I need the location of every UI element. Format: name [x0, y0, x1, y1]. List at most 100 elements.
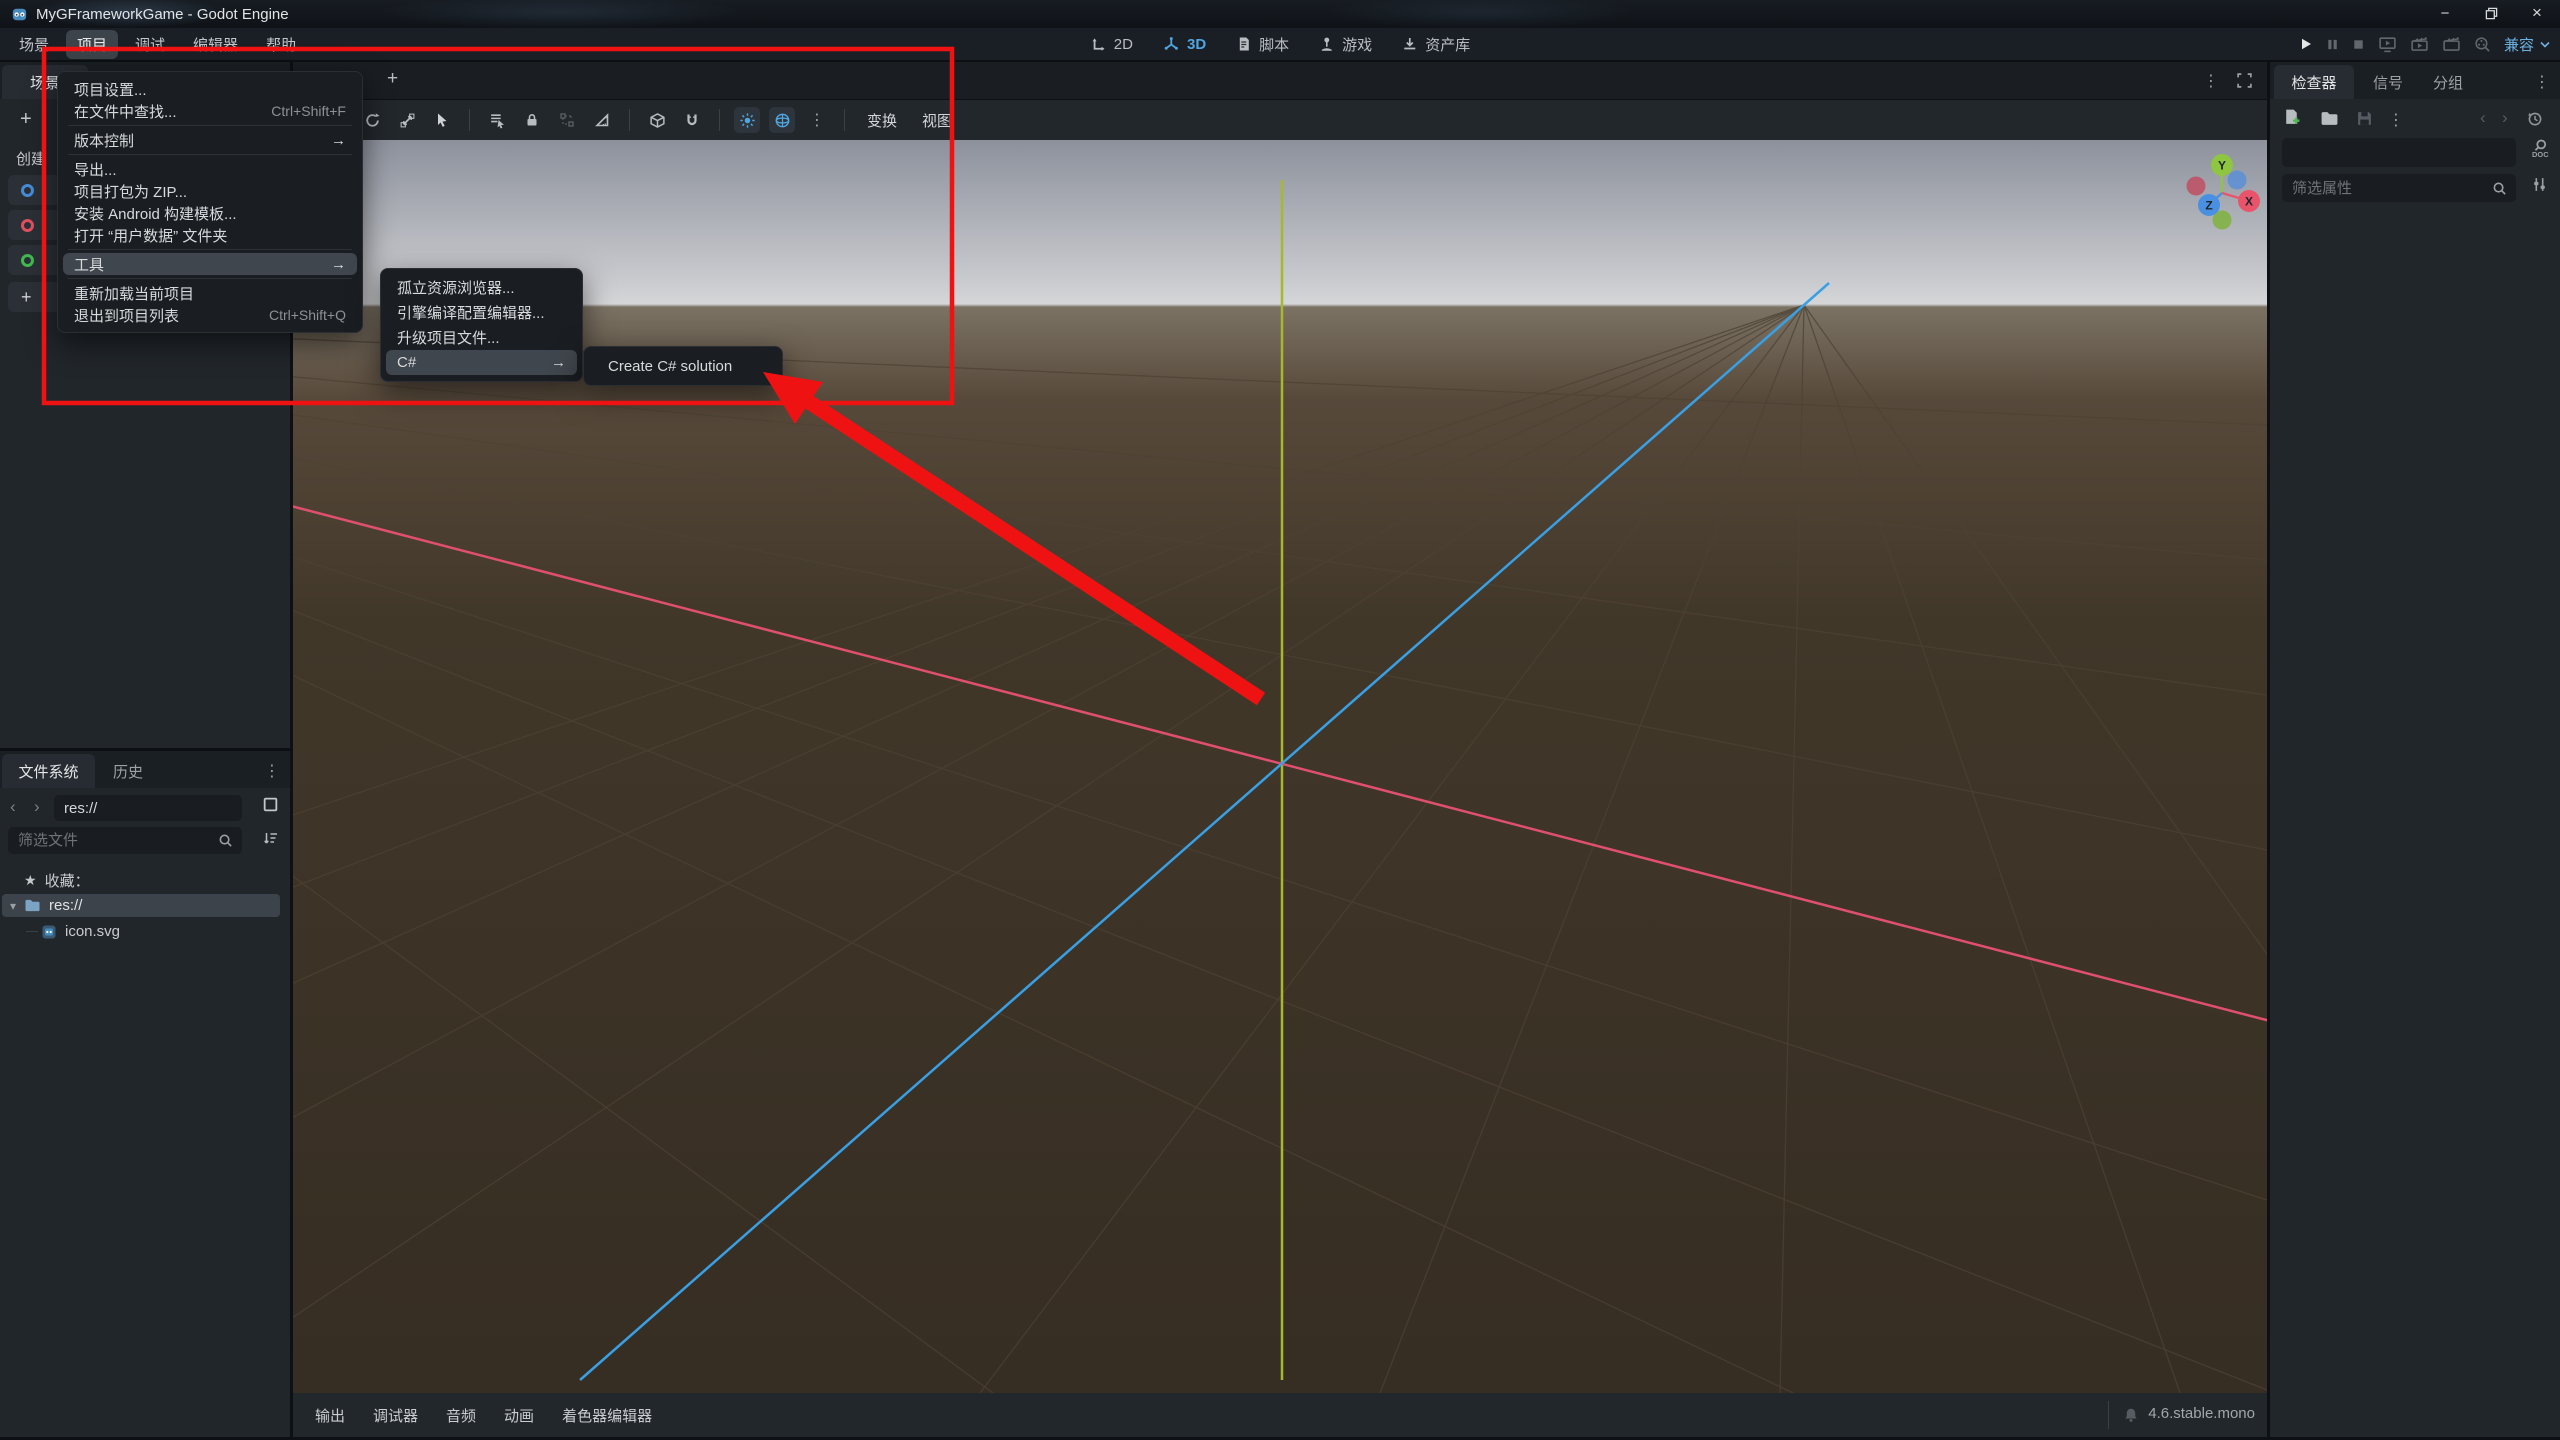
play-scene-button[interactable] [2378, 36, 2397, 53]
menu-help[interactable]: 帮助 [255, 30, 307, 59]
chevron-expanded-icon[interactable]: ▾ [10, 899, 16, 913]
transform-menu[interactable]: 变换 [859, 106, 905, 135]
inspector-dock-menu-button[interactable]: ⋮ [2534, 72, 2550, 92]
workspace-script[interactable]: 脚本 [1236, 34, 1289, 55]
sliders-icon [2534, 178, 2545, 191]
menu-scene[interactable]: 场景 [8, 30, 60, 59]
menu-item-export[interactable]: 导出... [58, 158, 362, 180]
axis-gizmo[interactable]: Y X Z [2182, 153, 2262, 233]
cube-icon [649, 112, 665, 128]
create-ui-scene-button[interactable] [8, 245, 62, 275]
sort-icon [264, 833, 277, 844]
workspace-assetlib[interactable]: 资产库 [1402, 34, 1470, 55]
nav-back-button[interactable]: ‹ [10, 797, 16, 817]
menu-item-csharp[interactable]: C# → [386, 350, 577, 375]
view-menu[interactable]: 视图 [914, 106, 960, 135]
workspace-3d[interactable]: 3D [1163, 36, 1206, 53]
workspace-2d[interactable]: 2D [1090, 36, 1133, 53]
sort-files-button[interactable] [263, 830, 279, 846]
axis-neg-z-ball[interactable] [2227, 170, 2247, 190]
path-bar[interactable]: res:// [54, 795, 242, 821]
new-scene-tab-button[interactable]: + [387, 68, 398, 90]
bottom-tab-output[interactable]: 输出 [301, 1398, 359, 1433]
new-resource-button[interactable] [2282, 108, 2301, 127]
stop-button[interactable] [2352, 38, 2365, 51]
scale-tool-button[interactable] [394, 107, 420, 133]
version-label[interactable]: 4.6.stable.mono [2148, 1405, 2255, 1422]
movie-maker-button[interactable] [2474, 36, 2491, 53]
menu-item-find-in-files[interactable]: 在文件中查找... Ctrl+Shift+F [58, 100, 362, 122]
filesystem-menu-button[interactable]: ⋮ [264, 761, 280, 781]
list-select-button[interactable] [484, 107, 510, 133]
resource-extra-menu-button[interactable]: ⋮ [2388, 110, 2404, 130]
menu-item-project-settings[interactable]: 项目设置... [58, 78, 362, 100]
tab-inspector[interactable]: 检查器 [2274, 65, 2354, 99]
window-title: MyGFrameworkGame - Godot Engine [36, 5, 289, 23]
tabstrip-menu-button[interactable]: ⋮ [2203, 71, 2219, 91]
menu-editor[interactable]: 编辑器 [182, 30, 249, 59]
play-current-scene-button[interactable] [2410, 36, 2429, 53]
toggle-split-mode-button[interactable] [262, 796, 279, 813]
open-docs-button[interactable]: DOC [2529, 138, 2550, 159]
distraction-free-button[interactable] [2236, 72, 2253, 89]
history-button[interactable] [2526, 110, 2543, 127]
group-selected-button[interactable] [554, 107, 580, 133]
preview-sunlight-button[interactable] [734, 107, 760, 133]
select-tool-button[interactable] [429, 107, 455, 133]
menu-item-install-android-template[interactable]: 安装 Android 构建模板... [58, 202, 362, 224]
tab-signals[interactable]: 信号 [2358, 65, 2418, 99]
filter-files-input[interactable] [8, 832, 218, 849]
menu-item-tools[interactable]: 工具 → [63, 253, 357, 275]
resource-name-bar[interactable] [2282, 138, 2516, 167]
create-3d-scene-button[interactable] [8, 210, 62, 240]
notifications-button[interactable] [2123, 1407, 2139, 1423]
filter-properties-input[interactable] [2282, 179, 2492, 197]
menu-debug[interactable]: 调试 [124, 30, 176, 59]
bottom-tab-debugger[interactable]: 调试器 [359, 1398, 432, 1433]
bottom-tab-audio[interactable]: 音频 [432, 1398, 490, 1433]
history-back-button[interactable]: ‹ [2480, 108, 2486, 128]
add-scene-button[interactable]: + [20, 108, 32, 131]
restore-button[interactable] [2468, 0, 2514, 26]
menu-item-quit-to-project-list[interactable]: 退出到项目列表 Ctrl+Shift+Q [58, 304, 362, 326]
play-button[interactable] [2299, 37, 2313, 51]
lock-selected-button[interactable] [519, 107, 545, 133]
tab-groups[interactable]: 分组 [2418, 65, 2478, 99]
environment-options-button[interactable]: ⋮ [804, 107, 830, 133]
menu-item-orphan-resource-explorer[interactable]: 孤立资源浏览器... [381, 275, 582, 300]
ruler-tool-button[interactable] [589, 107, 615, 133]
menu-project[interactable]: 项目 [66, 29, 119, 59]
tab-history[interactable]: 历史 [98, 754, 158, 788]
pause-button[interactable] [2326, 38, 2339, 51]
menu-item-version-control[interactable]: 版本控制 → [58, 129, 362, 151]
viewport-3d[interactable]: Y X Z [293, 140, 2267, 1393]
bottom-tab-animation[interactable]: 动画 [490, 1398, 548, 1433]
bottom-tab-shader-editor[interactable]: 着色器编辑器 [548, 1398, 666, 1433]
save-resource-button[interactable] [2356, 110, 2373, 127]
menu-item-open-user-data[interactable]: 打开 “用户数据” 文件夹 [58, 224, 362, 246]
create-other-node-button[interactable]: + [8, 282, 62, 312]
history-forward-button[interactable]: › [2502, 108, 2508, 128]
menu-item-create-csharp-solution[interactable]: Create C# solution [584, 352, 782, 380]
menu-item-pack-zip[interactable]: 项目打包为 ZIP... [58, 180, 362, 202]
3d-icon [1164, 36, 1179, 50]
snap-toggle-button[interactable] [679, 107, 705, 133]
inspector-tools-button[interactable] [2531, 176, 2548, 193]
create-2d-scene-button[interactable] [8, 175, 62, 205]
camera-preview-button[interactable] [644, 107, 670, 133]
renderer-selector[interactable]: 兼容 [2504, 34, 2550, 55]
load-resource-button[interactable] [2320, 110, 2339, 127]
close-button[interactable]: × [2514, 0, 2560, 26]
fs-tree-root-row[interactable]: ▾ res:// [2, 894, 280, 917]
axis-neg-x-ball[interactable] [2186, 176, 2206, 196]
fs-tree-file-row[interactable]: icon.svg [2, 920, 280, 943]
play-custom-scene-button[interactable] [2442, 36, 2461, 53]
minimize-button[interactable]: − [2422, 0, 2468, 26]
workspace-game[interactable]: 游戏 [1319, 34, 1372, 55]
menu-item-engine-compile-config[interactable]: 引擎编译配置编辑器... [381, 300, 582, 325]
menu-item-upgrade-project-files[interactable]: 升级项目文件... [381, 325, 582, 350]
tab-filesystem[interactable]: 文件系统 [2, 754, 95, 788]
menu-item-reload-project[interactable]: 重新加载当前项目 [58, 282, 362, 304]
preview-environment-button[interactable] [769, 107, 795, 133]
nav-forward-button[interactable]: › [34, 797, 40, 817]
